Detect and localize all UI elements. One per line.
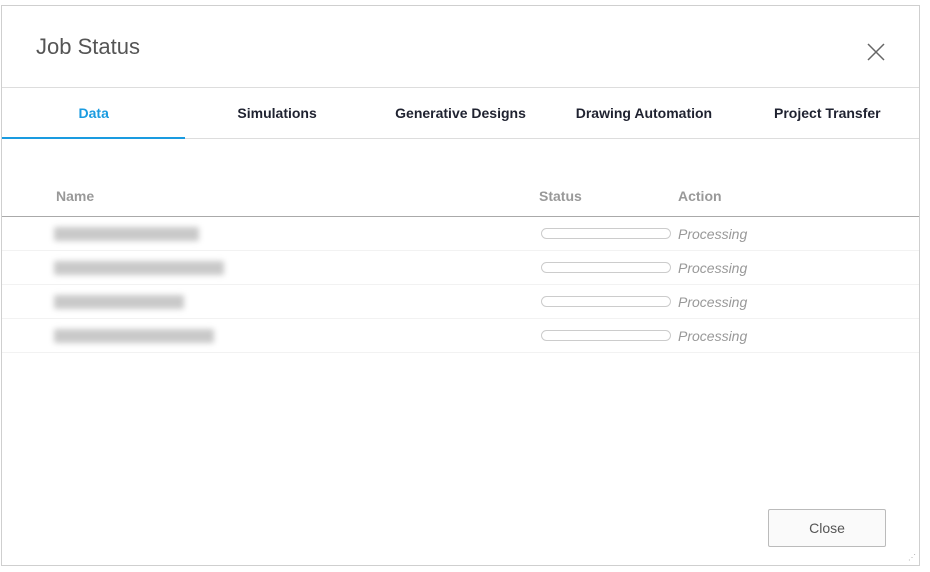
- job-status-dialog: Job Status Data Simulations Generative D…: [1, 5, 920, 566]
- dialog-title: Job Status: [36, 34, 140, 59]
- column-header-status: Status: [539, 188, 582, 204]
- close-button[interactable]: Close: [768, 509, 886, 547]
- blurred-job-name: [54, 261, 224, 275]
- tab-generative-designs[interactable]: Generative Designs: [369, 88, 552, 138]
- action-status: Processing: [678, 260, 748, 276]
- tab-simulations[interactable]: Simulations: [185, 88, 368, 138]
- tab-data[interactable]: Data: [2, 88, 186, 139]
- tab-bar: Data Simulations Generative Designs Draw…: [2, 88, 919, 139]
- progress-bar: [541, 262, 671, 273]
- action-status: Processing: [678, 294, 748, 310]
- tab-drawing-automation[interactable]: Drawing Automation: [552, 88, 735, 138]
- progress-bar: [541, 228, 671, 239]
- resize-grip-icon[interactable]: ⋰: [908, 553, 916, 562]
- column-header-name: Name: [56, 188, 95, 204]
- table-row: Processing: [2, 251, 919, 285]
- blurred-job-name: [54, 329, 214, 343]
- progress-bar: [541, 330, 671, 341]
- action-status: Processing: [678, 226, 748, 242]
- column-header-action: Action: [678, 188, 722, 204]
- action-status: Processing: [678, 328, 748, 344]
- blurred-job-name: [54, 295, 184, 309]
- tab-project-transfer[interactable]: Project Transfer: [736, 88, 919, 138]
- table-row: Processing: [2, 319, 919, 353]
- table-row: Processing: [2, 285, 919, 319]
- blurred-job-name: [54, 227, 199, 241]
- table-row: Processing: [2, 217, 919, 251]
- close-icon[interactable]: [866, 42, 886, 62]
- progress-bar: [541, 296, 671, 307]
